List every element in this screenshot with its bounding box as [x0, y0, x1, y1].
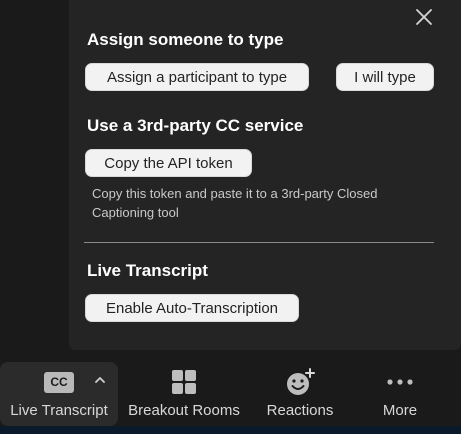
- assign-participant-button[interactable]: Assign a participant to type: [85, 63, 309, 91]
- breakout-rooms-button[interactable]: Breakout Rooms: [124, 362, 244, 426]
- i-will-type-button[interactable]: I will type: [336, 63, 434, 91]
- meeting-stage: Assign someone to type Assign a particip…: [0, 0, 461, 434]
- captions-popup: Assign someone to type Assign a particip…: [69, 0, 461, 350]
- chevron-up-icon[interactable]: [92, 372, 108, 388]
- window-bottom-strip: [0, 426, 461, 434]
- breakout-rooms-icon: [171, 362, 197, 402]
- api-token-note: Copy this token and paste it to a 3rd-pa…: [92, 186, 378, 220]
- live-transcript-label: Live Transcript: [10, 402, 108, 419]
- enable-auto-transcription-button[interactable]: Enable Auto-Transcription: [85, 294, 299, 322]
- live-transcript-button[interactable]: CC Live Transcript: [0, 362, 118, 426]
- copy-api-token-button[interactable]: Copy the API token: [85, 149, 252, 177]
- reactions-button[interactable]: Reactions: [260, 362, 340, 426]
- third-party-section-title: Use a 3rd-party CC service: [87, 116, 304, 135]
- divider: [84, 242, 434, 243]
- meeting-toolbar: CC Live Transcript Breakout Rooms Reacti…: [0, 362, 461, 426]
- breakout-rooms-label: Breakout Rooms: [128, 402, 240, 419]
- transcript-section-title: Live Transcript: [87, 261, 208, 280]
- more-button[interactable]: More: [370, 362, 430, 426]
- reactions-label: Reactions: [266, 402, 334, 419]
- close-icon[interactable]: [413, 6, 435, 28]
- closed-caption-icon: CC: [44, 371, 74, 393]
- more-label: More: [382, 402, 418, 419]
- reactions-icon: [285, 362, 315, 402]
- more-icon: [386, 362, 414, 402]
- assign-section-title: Assign someone to type: [87, 30, 284, 49]
